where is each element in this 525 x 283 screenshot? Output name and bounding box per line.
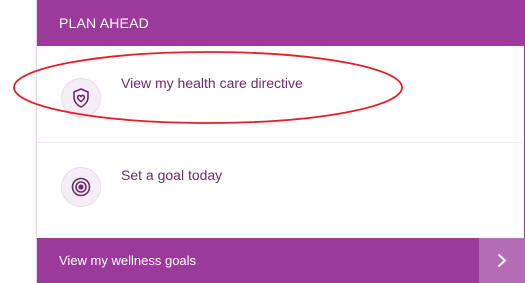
set-goal-item[interactable]: Set a goal today: [37, 143, 524, 239]
footer-label: View my wellness goals: [59, 253, 197, 268]
health-care-directive-item[interactable]: View my health care directive: [37, 46, 524, 143]
card-header: PLAN AHEAD: [37, 0, 525, 46]
shield-heart-icon: [61, 78, 101, 118]
item-label: Set a goal today: [121, 167, 223, 183]
view-wellness-goals-link[interactable]: View my wellness goals: [37, 238, 525, 283]
item-label: View my health care directive: [121, 75, 303, 91]
target-icon: [61, 167, 101, 207]
chevron-right-icon[interactable]: [479, 238, 525, 283]
plan-ahead-card: PLAN AHEAD View my health care directive…: [36, 0, 525, 283]
